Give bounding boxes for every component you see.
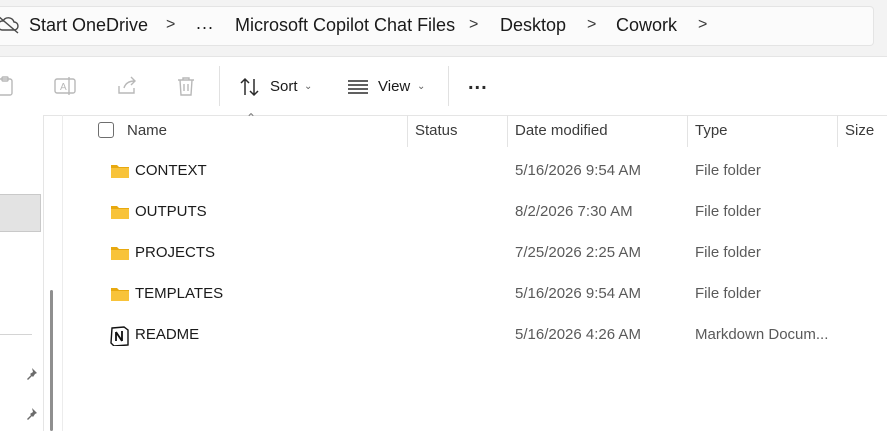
- column-header-name[interactable]: Name: [127, 122, 167, 139]
- file-date: 5/16/2026 9:54 AM: [515, 285, 641, 302]
- folder-icon: [110, 163, 130, 184]
- column-header-status[interactable]: Status: [415, 122, 458, 139]
- chevron-right-icon[interactable]: >: [587, 16, 596, 34]
- column-header-type[interactable]: Type: [695, 122, 728, 139]
- breadcrumb-item-desktop[interactable]: Desktop: [500, 15, 566, 36]
- delete-icon[interactable]: [176, 75, 196, 102]
- file-name[interactable]: CONTEXT: [135, 162, 207, 179]
- chevron-down-icon: ⌄: [304, 81, 313, 92]
- file-date: 8/2/2026 7:30 AM: [515, 203, 633, 220]
- file-name[interactable]: PROJECTS: [135, 244, 215, 261]
- svg-text:A: A: [60, 82, 67, 93]
- column-divider[interactable]: [407, 115, 408, 147]
- chevron-right-icon[interactable]: >: [698, 16, 707, 34]
- notion-file-icon: [110, 326, 130, 351]
- more-options-icon[interactable]: ...: [468, 72, 488, 95]
- breadcrumb-item-cowork[interactable]: Cowork: [616, 15, 677, 36]
- column-divider[interactable]: [507, 115, 508, 147]
- folder-icon: [110, 204, 130, 225]
- file-name[interactable]: README: [135, 326, 199, 343]
- view-icon: [347, 79, 369, 100]
- column-divider[interactable]: [687, 115, 688, 147]
- file-type: File folder: [695, 244, 761, 261]
- paste-icon[interactable]: [0, 75, 16, 102]
- pin-icon: [24, 407, 38, 421]
- share-icon[interactable]: [116, 76, 138, 101]
- file-type: File folder: [695, 203, 761, 220]
- column-divider[interactable]: [837, 115, 838, 147]
- folder-icon: [110, 286, 130, 307]
- rename-icon[interactable]: A: [54, 76, 78, 101]
- toolbar-separator: [448, 66, 449, 106]
- nav-scrollbar[interactable]: [50, 290, 53, 431]
- chevron-right-icon[interactable]: >: [469, 16, 478, 34]
- file-name[interactable]: TEMPLATES: [135, 285, 223, 302]
- nav-divider: [0, 334, 32, 335]
- file-row[interactable]: PROJECTS 7/25/2026 2:25 AM File folder: [63, 233, 887, 274]
- file-name[interactable]: OUTPUTS: [135, 203, 207, 220]
- sort-icon: [239, 77, 261, 102]
- file-row[interactable]: TEMPLATES 5/16/2026 9:54 AM File folder: [63, 274, 887, 315]
- folder-icon: [110, 245, 130, 266]
- breadcrumb-item-copilot-chat-files[interactable]: Microsoft Copilot Chat Files: [235, 15, 455, 36]
- pane-border: [43, 115, 44, 431]
- breadcrumb-overflow-button[interactable]: ...: [196, 13, 214, 34]
- cloud-off-icon: [0, 14, 20, 39]
- sort-ascending-icon: ⌃: [246, 111, 257, 125]
- view-button[interactable]: View ⌄: [344, 74, 434, 100]
- sort-button[interactable]: Sort ⌄: [236, 74, 326, 100]
- file-row[interactable]: OUTPUTS 8/2/2026 7:30 AM File folder: [63, 192, 887, 233]
- nav-item-selected[interactable]: [0, 194, 41, 232]
- column-header-date-modified[interactable]: Date modified: [515, 122, 608, 139]
- navigation-pane: [0, 115, 43, 431]
- pin-icon: [24, 367, 38, 381]
- view-label: View: [378, 78, 411, 95]
- file-row[interactable]: README 5/16/2026 4:26 AM Markdown Docum.…: [63, 315, 887, 356]
- file-date: 5/16/2026 4:26 AM: [515, 326, 641, 343]
- file-date: 7/25/2026 2:25 AM: [515, 244, 641, 261]
- breadcrumb-item-start-onedrive[interactable]: Start OneDrive: [29, 15, 148, 36]
- column-header-size[interactable]: Size: [845, 122, 874, 139]
- toolbar-separator: [219, 66, 220, 106]
- chevron-right-icon[interactable]: >: [166, 16, 175, 34]
- sort-label: Sort: [270, 78, 298, 95]
- file-type: File folder: [695, 285, 761, 302]
- file-type: Markdown Docum...: [695, 326, 829, 343]
- select-all-checkbox[interactable]: [98, 122, 114, 138]
- file-type: File folder: [695, 162, 761, 179]
- chevron-down-icon: ⌄: [417, 81, 426, 92]
- file-date: 5/16/2026 9:54 AM: [515, 162, 641, 179]
- file-row[interactable]: CONTEXT 5/16/2026 9:54 AM File folder: [63, 151, 887, 192]
